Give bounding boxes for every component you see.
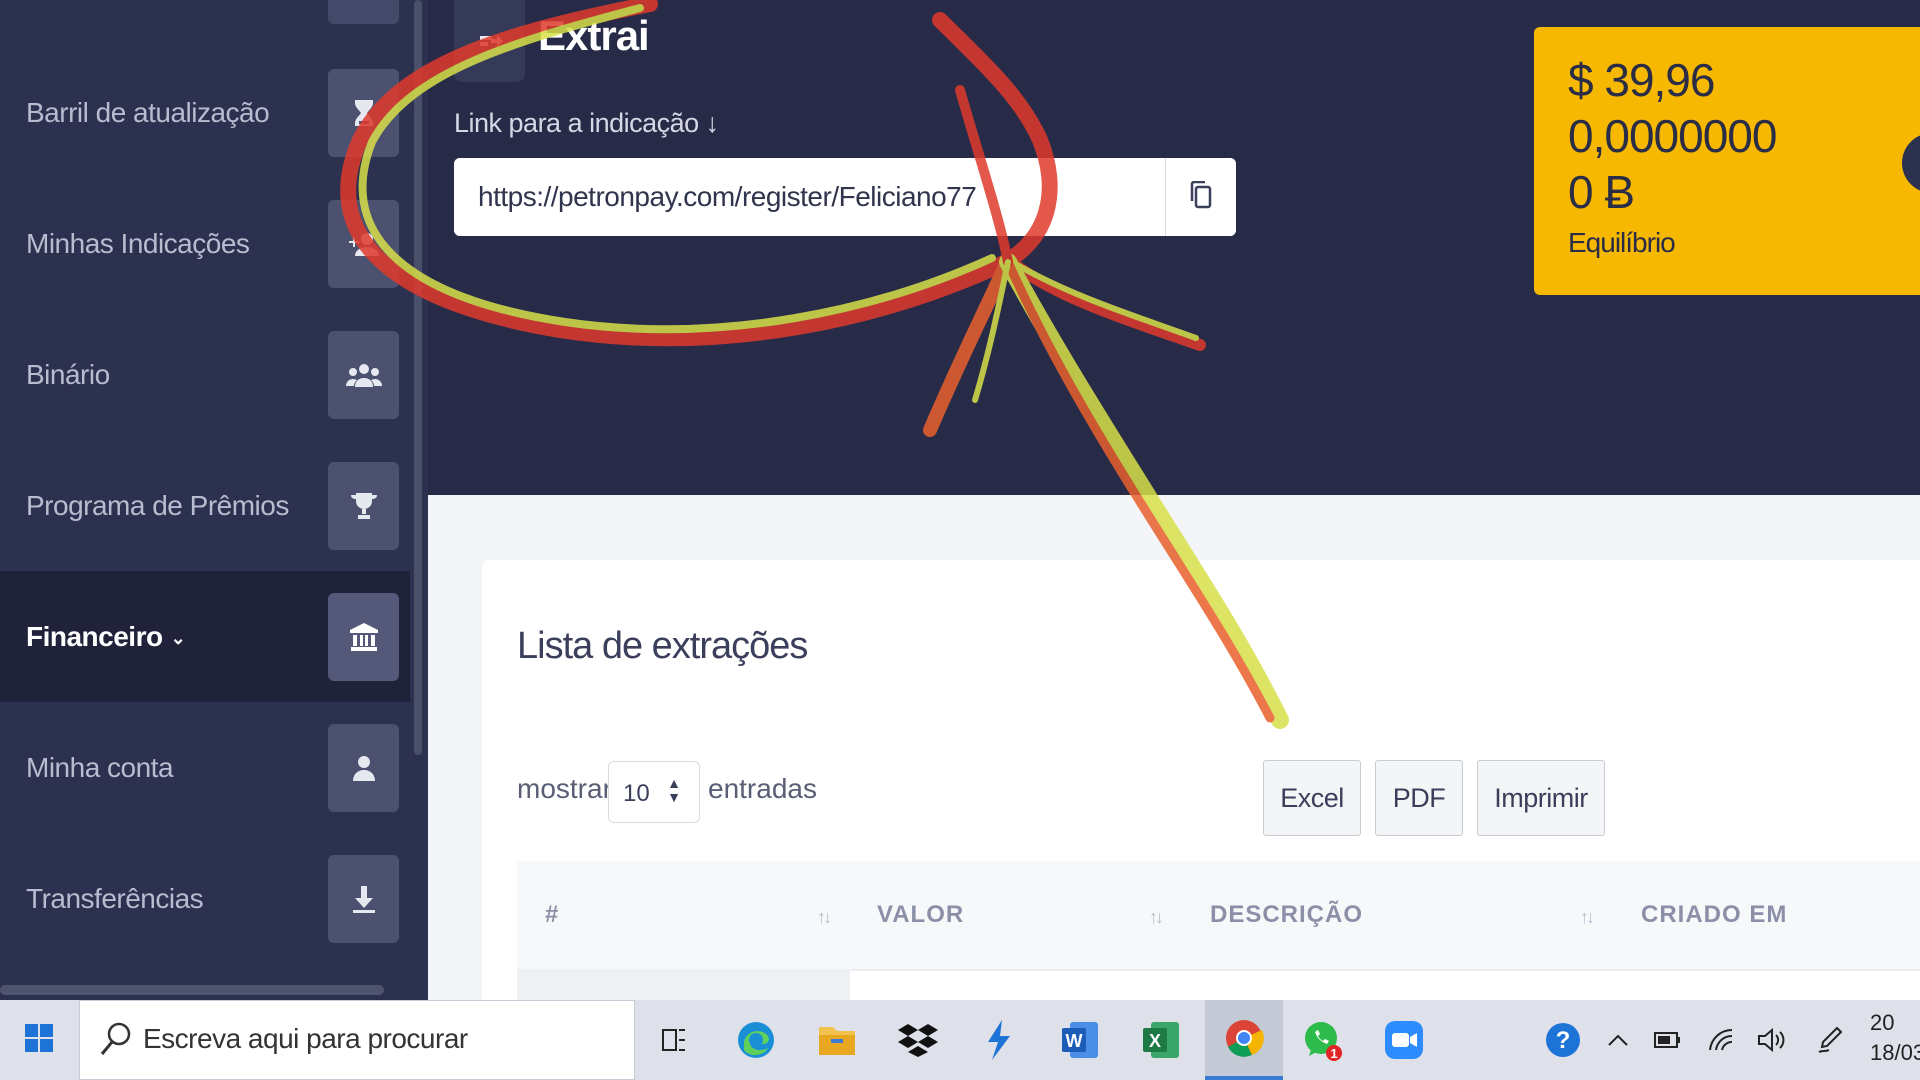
balance-b: 0 Ƀ: [1568, 166, 1635, 218]
chevron-down-icon: ⌄: [170, 627, 186, 648]
balance-usd: $ 39,96: [1568, 54, 1715, 106]
sidebar-scrollbar[interactable]: [414, 0, 422, 755]
hourglass-icon: [328, 68, 399, 157]
sidebar-item-label: Binário: [26, 358, 110, 390]
sidebar-item-minha-conta[interactable]: Minha conta: [0, 702, 410, 833]
sort-icon[interactable]: ↑↓: [1149, 907, 1164, 928]
edge-icon[interactable]: [720, 1000, 792, 1080]
referral-link-field: [454, 158, 1236, 236]
dropbox-icon[interactable]: [882, 1000, 954, 1080]
copy-button[interactable]: [1165, 158, 1236, 236]
sidebar-item-label: Minha conta: [26, 751, 174, 783]
clock-time: 20: [1870, 1010, 1895, 1035]
bank-icon: [328, 592, 399, 681]
taskbar: Escreva aqui para procurar W X 1 ? 20 18…: [0, 1000, 1920, 1080]
notification-badge: 1: [1330, 1046, 1337, 1061]
clock-date: 18/03: [1870, 1040, 1920, 1065]
show-label: mostrar: [517, 773, 612, 804]
sidebar-item-label: Minhas Indicações: [26, 227, 250, 259]
balance-btc: 0,0000000: [1568, 110, 1777, 162]
sidebar: Barril de atualização Minhas Indicações …: [0, 0, 428, 1000]
windows-start-button[interactable]: [0, 1000, 78, 1080]
select-arrows-icon: ▲ ▼: [667, 775, 681, 805]
svg-text:W: W: [1066, 1031, 1083, 1051]
sidebar-item-label-text: Financeiro: [26, 620, 163, 652]
help-icon[interactable]: ?: [1538, 1000, 1588, 1080]
balance-avatar-circle: [1902, 133, 1920, 193]
sidebar-item-minhas-indicacoes[interactable]: Minhas Indicações: [0, 178, 410, 309]
sidebar-item-barril[interactable]: Barril de atualização: [0, 47, 410, 178]
windows-logo-icon: [25, 1023, 53, 1057]
download-icon: [328, 854, 399, 943]
sidebar-item-financeiro[interactable]: Financeiro ⌄: [0, 571, 410, 702]
volume-icon[interactable]: [1754, 1000, 1790, 1080]
sidebar-item-binario[interactable]: Binário: [0, 309, 410, 440]
horizontal-scrollbar[interactable]: [0, 985, 384, 995]
print-button[interactable]: Imprimir: [1477, 760, 1605, 836]
wifi-icon[interactable]: [1704, 1000, 1740, 1080]
table-row[interactable]: [517, 969, 850, 1000]
column-header-valor[interactable]: VALOR: [877, 901, 964, 929]
sidebar-item-programa-de-premios[interactable]: Programa de Prêmios: [0, 440, 410, 571]
balance-card: $ 39,96 0,0000000 0 Ƀ Equilíbrio: [1534, 27, 1920, 295]
balance-label: Equilíbrio: [1568, 227, 1676, 258]
table-header: # ↑↓ VALOR ↑↓ DESCRIÇÃO ↑↓ CRIADO EM: [517, 861, 1920, 971]
sidebar-item-label: Barril de atualização: [26, 96, 270, 128]
file-explorer-icon[interactable]: [801, 1000, 873, 1080]
chrome-icon[interactable]: [1205, 1000, 1283, 1080]
trophy-icon: [328, 461, 399, 550]
sidebar-item-label: Programa de Prêmios: [26, 489, 289, 521]
column-header-id[interactable]: #: [545, 901, 559, 929]
taskbar-search[interactable]: Escreva aqui para procurar: [79, 1000, 635, 1080]
excel-button[interactable]: Excel: [1263, 760, 1361, 836]
svg-text:X: X: [1149, 1031, 1161, 1051]
entries-select[interactable]: 10 ▲ ▼: [608, 761, 700, 823]
entries-value: 10: [623, 780, 650, 807]
referral-link-input[interactable]: [454, 158, 1166, 236]
add-user-icon: [328, 199, 399, 288]
search-placeholder: Escreva aqui para procurar: [143, 1023, 468, 1054]
column-header-criado-em[interactable]: CRIADO EM: [1641, 901, 1787, 929]
user-icon: [328, 723, 399, 812]
sort-icon[interactable]: ↑↓: [1580, 907, 1595, 928]
app-bolt-icon[interactable]: [963, 1000, 1035, 1080]
sidebar-item-label: Financeiro ⌄: [26, 620, 186, 653]
extract-icon: [454, 0, 525, 82]
task-view-icon[interactable]: [638, 1000, 710, 1080]
sidebar-top-item-partial[interactable]: [328, 0, 399, 24]
word-icon[interactable]: W: [1044, 1000, 1116, 1080]
copy-icon: [1190, 180, 1212, 214]
card-title: Lista de extrações: [517, 625, 808, 667]
search-icon: [100, 1021, 132, 1062]
entries-label: entradas: [708, 773, 817, 804]
pdf-button[interactable]: PDF: [1375, 760, 1463, 836]
page-title: Extrai: [538, 12, 650, 59]
whatsapp-icon[interactable]: 1: [1287, 1000, 1359, 1080]
zoom-icon[interactable]: [1368, 1000, 1440, 1080]
chevron-up-icon[interactable]: [1600, 1000, 1636, 1080]
taskbar-clock[interactable]: 20 18/03: [1870, 1008, 1920, 1068]
column-header-descricao[interactable]: DESCRIÇÃO: [1210, 901, 1363, 929]
excel-icon[interactable]: X: [1125, 1000, 1197, 1080]
group-icon: [328, 330, 399, 419]
svg-text:?: ?: [1556, 1027, 1571, 1054]
sort-icon[interactable]: ↑↓: [817, 907, 832, 928]
referral-link-label: Link para a indicação ↓: [454, 108, 719, 138]
sidebar-item-transferencias[interactable]: Transferências: [0, 833, 410, 964]
battery-icon[interactable]: [1650, 1000, 1686, 1080]
pen-icon[interactable]: [1812, 1000, 1848, 1080]
sidebar-item-label: Transferências: [26, 882, 204, 914]
